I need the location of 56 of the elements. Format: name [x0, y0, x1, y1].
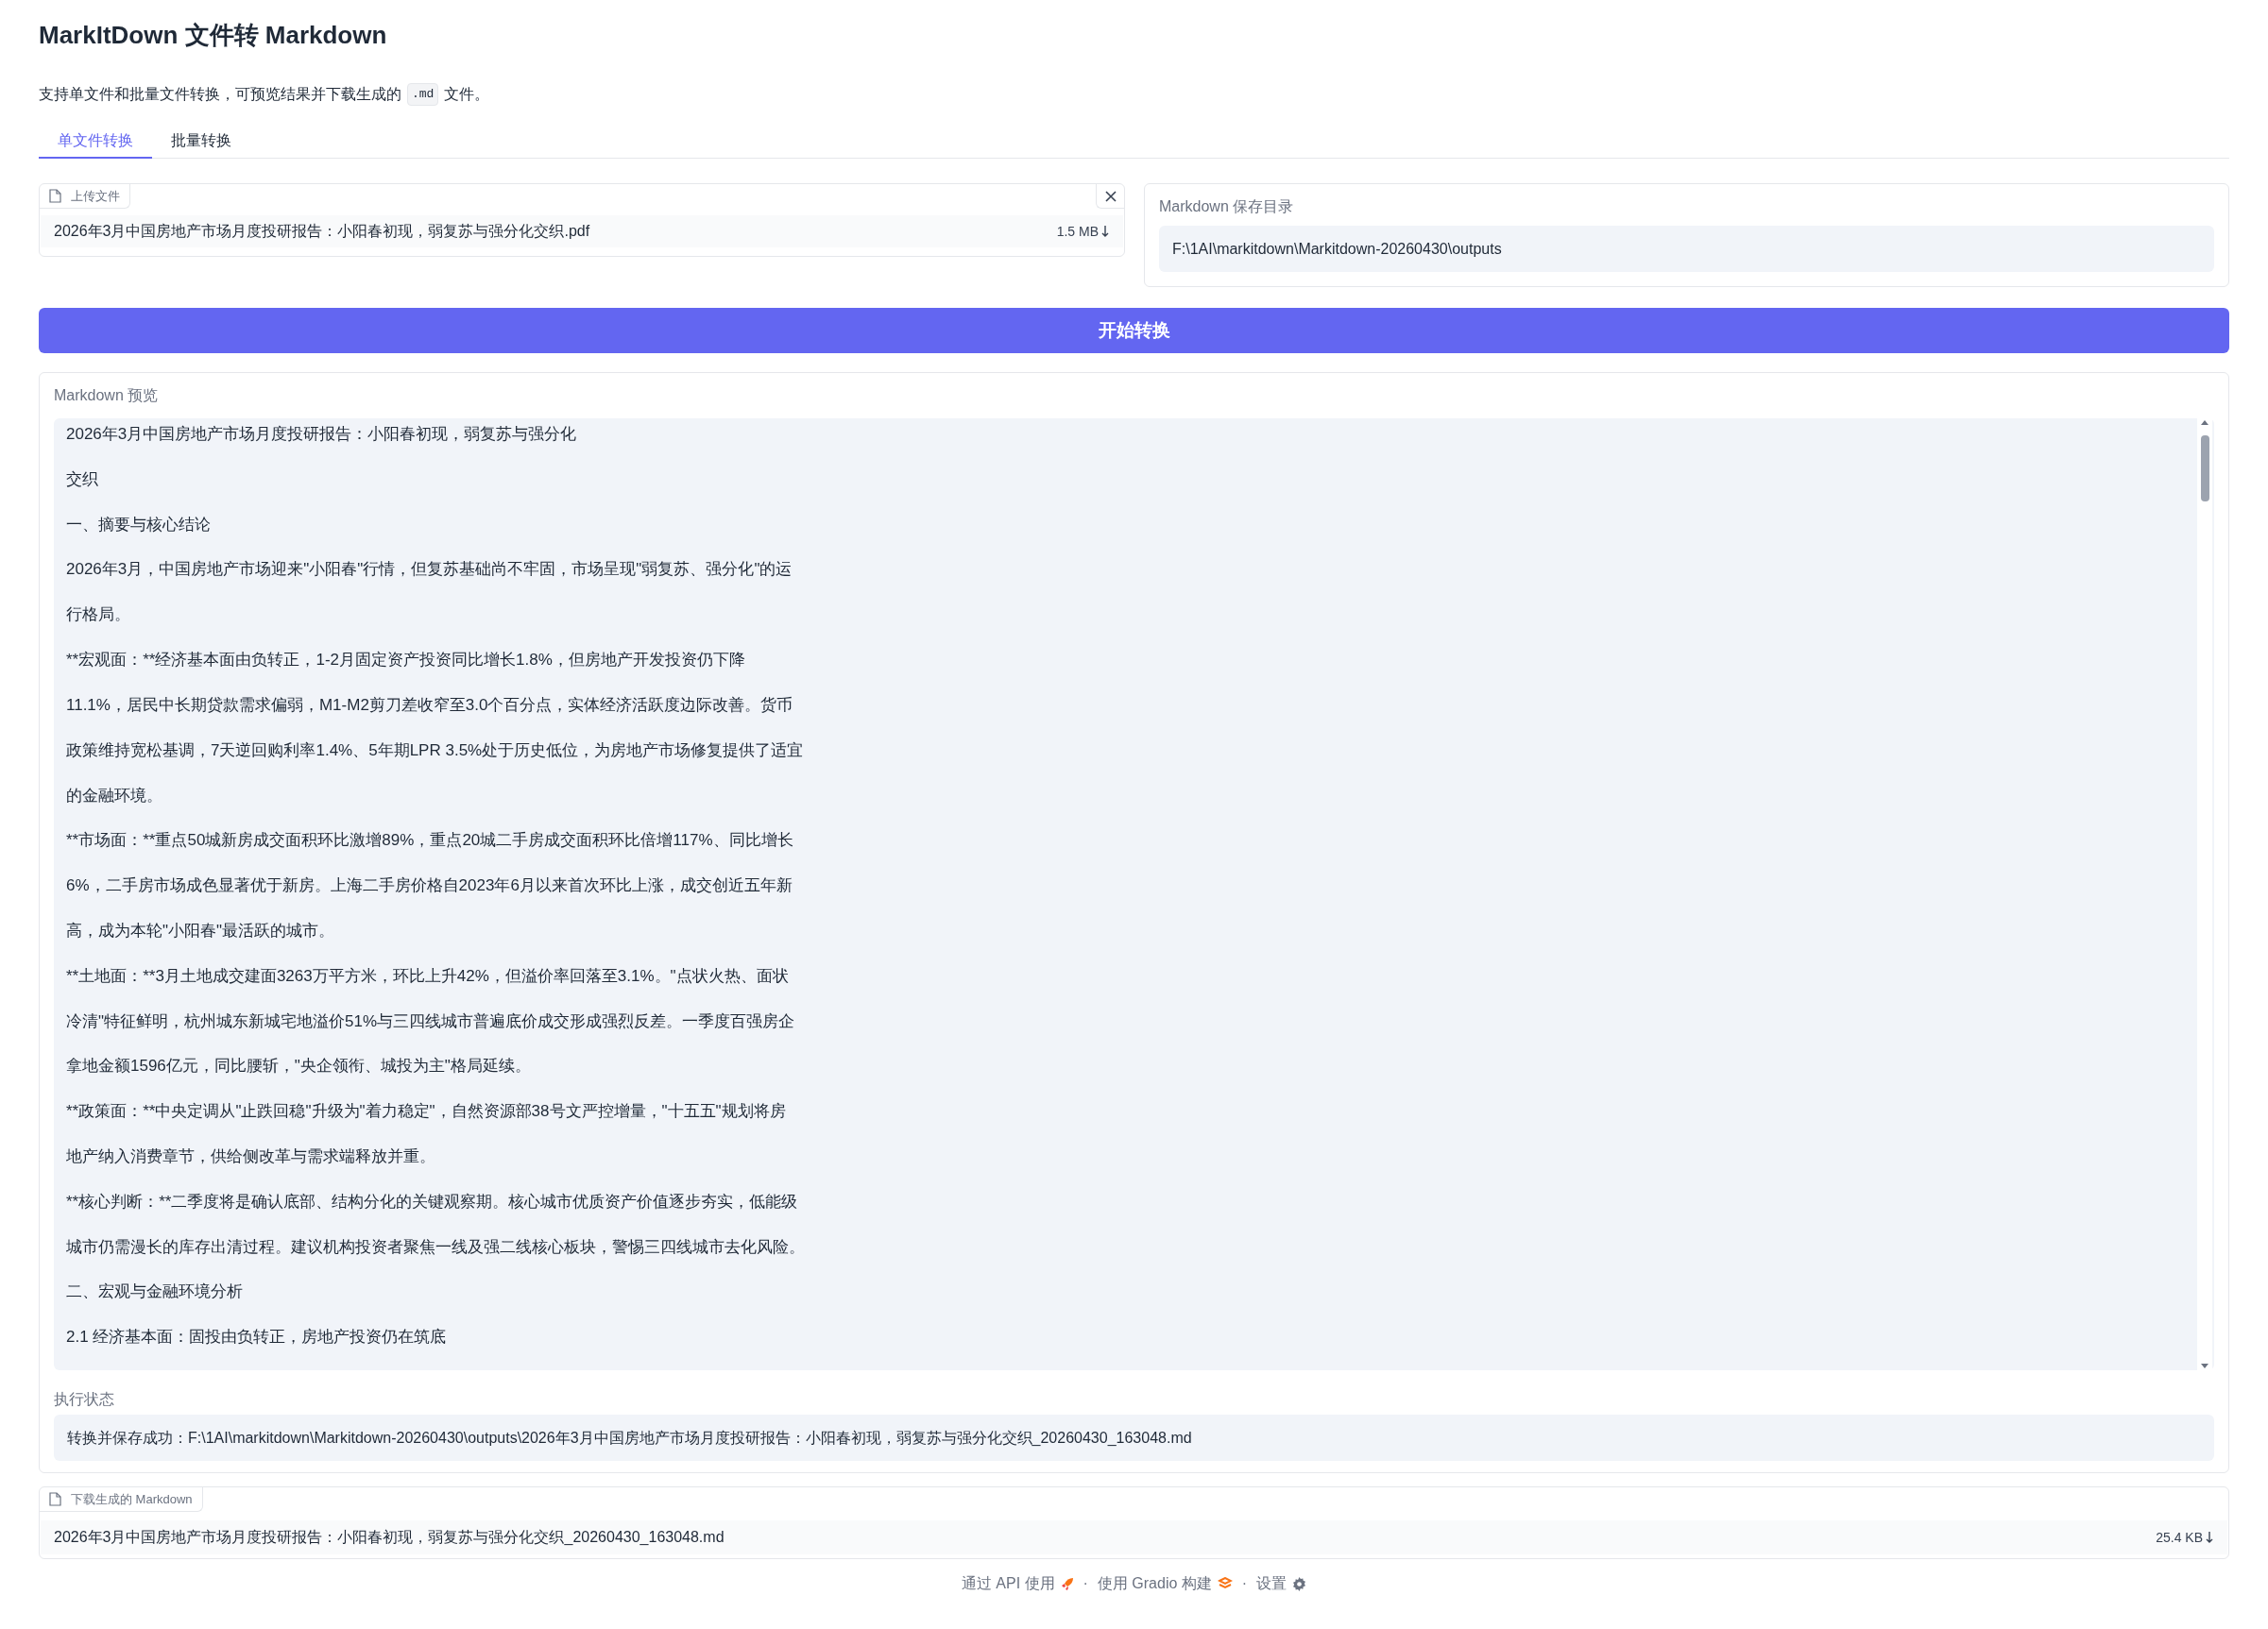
preview-line: 行格局。 — [66, 604, 131, 626]
scroll-up-icon[interactable] — [2200, 418, 2209, 426]
preview-line: 高，成为本轮"小阳春"最活跃的城市。 — [66, 920, 336, 942]
separator-dot: · — [1083, 1574, 1088, 1593]
download-label-text: 下载生成的 Markdown — [71, 1490, 193, 1508]
tab[interactable]: 批量转换 — [152, 125, 250, 159]
file-name[interactable]: 2026年3月中国房地产市场月度投研报告：小阳春初现，弱复苏与强分化交织_20260430_163048.md — [54, 1526, 725, 1549]
page-title: MarkItDown 文件转 Markdown — [39, 20, 388, 51]
field-label: Markdown 保存目录 — [1159, 197, 1295, 216]
preview-line: **土地面：**3月土地成交建面3263万平方米，环比上升42%，但溢价率回落至3.1%。"点状火热、面状 — [66, 965, 790, 987]
close-icon — [1103, 189, 1117, 203]
preview-line: 2026年3月中国房地产市场月度投研报告：小阳春初现，弱复苏与强分化 — [66, 424, 578, 445]
scrollbar-thumb[interactable] — [2200, 435, 2209, 501]
start-convert-button[interactable]: 开始转换 — [39, 308, 2229, 353]
status-text: 转换并保存成功：F:\1AI\markitdown\Markitdown-20260430\outputs\2026年3月中国房地产市场月度投研报告：小阳春初现，弱复苏与强分化交织_20260430_163048.md — [54, 1415, 2214, 1461]
preview-line: 地产纳入消费章节，供给侧改革与需求端释放并重。 — [66, 1146, 436, 1167]
preview-line: 政策维持宽松基调，7天逆回购利率1.4%、5年期LPR 3.5%处于历史低位，为房地产市场修复提供了适宜 — [66, 739, 805, 761]
separator-dot: · — [1241, 1574, 1248, 1593]
close-button[interactable] — [1096, 184, 1124, 209]
preview-line: 的金融环境。 — [66, 785, 163, 806]
tab[interactable]: 单文件转换 — [39, 125, 152, 159]
preview-line: 2.1 经济基本面：固投由负转正，房地产投资仍在筑底 — [66, 1327, 448, 1349]
preview-line: 冷清"特征鲜明，杭州城东新城宅地溢价51%与三四线城市普遍底价成交形成强烈反差。一季度百强房企 — [66, 1010, 796, 1032]
upload-label-text: 上传文件 — [71, 187, 120, 205]
preview-line: **政策面：**中央定调从"止跌回稳"升级为"着力稳定"，自然资源部38号文严控增量，"十五五"规划将房 — [66, 1101, 787, 1123]
file-icon — [49, 1492, 61, 1506]
footer-link[interactable]: 通过 API 使用 — [961, 1572, 1074, 1595]
preview-line: 城市仍需漫长的库存出清过程。建议机构投资者聚焦一线及强二线核心板块，警惕三四线城市去化风险。 — [66, 1236, 806, 1258]
file-size: 25.4 KB — [2156, 1528, 2203, 1547]
file-name[interactable]: 2026年3月中国房地产市场月度投研报告：小阳春初现，弱复苏与强分化交织.pdf — [54, 220, 590, 243]
scroll-down-icon[interactable] — [2200, 1363, 2209, 1370]
directory-input-field[interactable]: F:\1AI\markitdown\Markitdown-20260430\outputs — [1159, 226, 2214, 272]
description-text: 支持单文件和批量文件转换，可预览结果并下载生成的 — [39, 85, 401, 104]
rocket-icon — [1060, 1577, 1074, 1590]
preview-line: 交织 — [66, 468, 99, 490]
preview-line: 一、摘要与核心结论 — [66, 514, 212, 535]
preview-line: 2026年3月，中国房地产市场迎来"小阳春"行情，但复苏基础尚不牢固，市场呈现"弱复苏、强分化"的运 — [66, 559, 793, 581]
preview-line: **宏观面：**经济基本面由负转正，1-2月固定资产投资同比增长1.8%，但房地产开发投资仍下降 — [66, 650, 746, 671]
description-text: 文件。 — [444, 85, 490, 104]
preview-line: 二、宏观与金融环境分析 — [66, 1281, 244, 1303]
preview-line: **核心判断：**二季度将是确认底部、结构分化的关键观察期。核心城市优质资产价值逐步夯实，低能级 — [66, 1191, 799, 1213]
download-icon[interactable] — [1100, 224, 1110, 239]
preview-line: **市场面：**重点50城新房成交面积环比激增89%，重点20城二手房成交面积环比倍增117%、同比增长 — [66, 830, 794, 852]
file-size: 1.5 MB — [1056, 222, 1099, 241]
layers-icon — [1217, 1577, 1233, 1590]
preview-line: 拿地金额1596亿元，同比腰斩，"央企领衔、城投为主"格局延续。 — [66, 1056, 532, 1078]
file-icon — [49, 189, 61, 203]
field-label: 执行状态 — [54, 1390, 115, 1409]
field-label: Markdown 预览 — [54, 386, 160, 405]
footer-link[interactable]: 设置 — [1256, 1572, 1307, 1595]
preview-line: 6%，二手房市场成色显著优于新房。上海二手房价格自2023年6月以来首次环比上涨，成交创近五年新 — [66, 875, 793, 897]
download-icon[interactable] — [2205, 1530, 2214, 1545]
footer-link[interactable]: 使用 Gradio 构建 — [1097, 1572, 1233, 1595]
code-text: .md — [407, 83, 439, 106]
preview-line: 11.1%，居民中长期贷款需求偏弱，M1-M2剪刀差收窄至3.0个百分点，实体经济活跃度边际改善。货币 — [66, 694, 794, 716]
settings-icon — [1292, 1576, 1307, 1591]
